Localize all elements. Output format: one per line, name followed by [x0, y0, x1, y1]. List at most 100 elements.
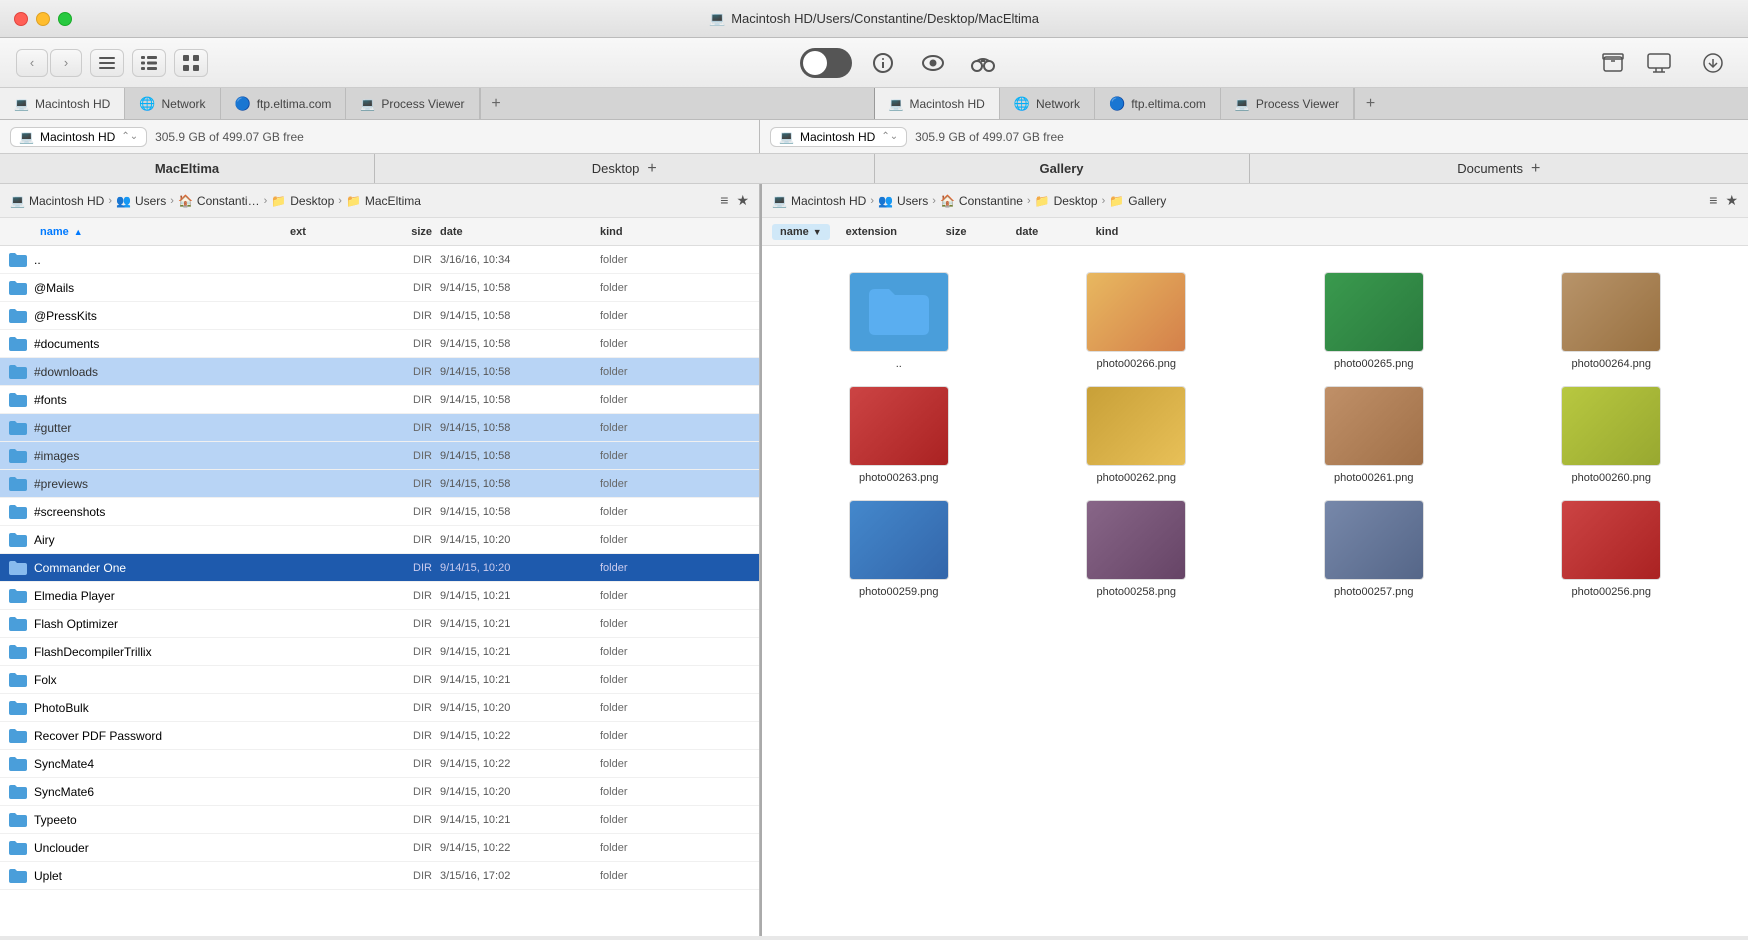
file-row[interactable]: Recover PDF Password DIR 9/14/15, 10:22 … — [0, 722, 759, 750]
col-size-header[interactable]: size — [360, 226, 440, 238]
gallery-item[interactable]: photo00262.png — [1026, 386, 1248, 484]
file-row[interactable]: @PressKits DIR 9/14/15, 10:58 folder — [0, 302, 759, 330]
file-date: 9/14/15, 10:21 — [440, 814, 600, 826]
left-tab-network[interactable]: 🌐 Network — [125, 88, 220, 119]
left-add-tab[interactable]: + — [480, 88, 512, 119]
toggle-button[interactable] — [800, 48, 852, 78]
file-name: @Mails — [34, 281, 74, 295]
right-tab-process-viewer[interactable]: 💻 Process Viewer — [1221, 88, 1354, 119]
right-breadcrumb-desktop[interactable]: 📁 Desktop — [1035, 194, 1098, 208]
folder-icon — [8, 812, 28, 828]
gallery-item[interactable]: photo00256.png — [1501, 500, 1723, 598]
back-button[interactable]: ‹ — [16, 49, 48, 77]
right-breadcrumb-users[interactable]: 👥 Users — [878, 194, 928, 208]
monitor-button[interactable] — [1640, 46, 1678, 80]
file-row[interactable]: Commander One DIR 9/14/15, 10:20 folder — [0, 554, 759, 582]
file-row[interactable]: #fonts DIR 9/14/15, 10:58 folder — [0, 386, 759, 414]
view-options-button[interactable]: ≡ — [720, 192, 728, 209]
file-row[interactable]: PhotoBulk DIR 9/14/15, 10:20 folder — [0, 694, 759, 722]
right-tab-ftp[interactable]: 🔵 ftp.eltima.com — [1095, 88, 1221, 119]
left-tab-process-viewer[interactable]: 💻 Process Viewer — [346, 88, 479, 119]
col-date-header[interactable]: date — [440, 226, 600, 238]
right-col-extension[interactable]: extension — [846, 226, 946, 238]
col-ext-header[interactable]: ext — [290, 226, 360, 238]
bookmark-button[interactable]: ★ — [736, 192, 749, 209]
gallery-item[interactable]: photo00264.png — [1501, 272, 1723, 370]
col-kind-header[interactable]: kind — [600, 226, 700, 238]
folder-icon — [8, 784, 28, 800]
right-drive-selector[interactable]: 💻 Macintosh HD ⌃⌄ — [770, 127, 907, 147]
binoculars-button[interactable] — [964, 44, 1002, 82]
breadcrumb-maceltima[interactable]: 📁 MacEltima — [346, 194, 421, 208]
file-name: @PressKits — [34, 309, 97, 323]
close-button[interactable] — [14, 12, 28, 26]
gallery-item[interactable]: photo00259.png — [788, 500, 1010, 598]
gallery-item[interactable]: photo00260.png — [1501, 386, 1723, 484]
file-size: DIR — [360, 338, 440, 350]
file-row[interactable]: Flash Optimizer DIR 9/14/15, 10:21 folde… — [0, 610, 759, 638]
right-add-panel[interactable]: + — [1531, 160, 1540, 178]
file-row[interactable]: .. DIR 3/16/16, 10:34 folder — [0, 246, 759, 274]
forward-button[interactable]: › — [50, 49, 82, 77]
left-drive-selector[interactable]: 💻 Macintosh HD ⌃⌄ — [10, 127, 147, 147]
eye-button[interactable] — [914, 44, 952, 82]
right-view-options-button[interactable]: ≡ — [1709, 192, 1717, 209]
gallery-item[interactable]: photo00263.png — [788, 386, 1010, 484]
folder-icon — [8, 560, 28, 576]
gallery-item[interactable]: photo00266.png — [1026, 272, 1248, 370]
file-row[interactable]: Typeeto DIR 9/14/15, 10:21 folder — [0, 806, 759, 834]
right-breadcrumb-constantine[interactable]: 🏠 Constantine — [940, 194, 1023, 208]
gallery-item[interactable]: photo00265.png — [1263, 272, 1485, 370]
gallery-item[interactable]: photo00258.png — [1026, 500, 1248, 598]
file-row[interactable]: Unclouder DIR 9/14/15, 10:22 folder — [0, 834, 759, 862]
right-tab-network[interactable]: 🌐 Network — [1000, 88, 1095, 119]
right-tab-macintosh-hd[interactable]: 💻 Macintosh HD — [875, 88, 1000, 119]
file-row[interactable]: #previews DIR 9/14/15, 10:58 folder — [0, 470, 759, 498]
file-row[interactable]: #gutter DIR 9/14/15, 10:58 folder — [0, 414, 759, 442]
breadcrumb-users[interactable]: 👥 Users — [116, 194, 166, 208]
maximize-button[interactable] — [58, 12, 72, 26]
minimize-button[interactable] — [36, 12, 50, 26]
file-date: 9/14/15, 10:20 — [440, 786, 600, 798]
file-row[interactable]: #documents DIR 9/14/15, 10:58 folder — [0, 330, 759, 358]
archive-button[interactable] — [1594, 46, 1632, 80]
right-bookmark-button[interactable]: ★ — [1725, 192, 1738, 209]
breadcrumb-constantine[interactable]: 🏠 Constanti… — [178, 194, 260, 208]
file-row[interactable]: Airy DIR 9/14/15, 10:20 folder — [0, 526, 759, 554]
right-col-date[interactable]: date — [1016, 226, 1096, 238]
grid-view-button[interactable] — [174, 49, 208, 77]
menu-button[interactable] — [90, 49, 124, 77]
right-col-size[interactable]: size — [946, 226, 1016, 238]
download-button[interactable] — [1694, 46, 1732, 80]
file-row[interactable]: SyncMate4 DIR 9/14/15, 10:22 folder — [0, 750, 759, 778]
right-breadcrumb-hd[interactable]: 💻 Macintosh HD — [772, 194, 866, 208]
right-add-tab[interactable]: + — [1354, 88, 1386, 119]
file-row[interactable]: #images DIR 9/14/15, 10:58 folder — [0, 442, 759, 470]
file-row[interactable]: Folx DIR 9/14/15, 10:21 folder — [0, 666, 759, 694]
col-name-header[interactable]: name ▲ — [0, 226, 290, 238]
left-tab-macintosh-hd[interactable]: 💻 Macintosh HD — [0, 88, 125, 119]
gallery-thumb — [1324, 272, 1424, 352]
right-breadcrumb-actions: ≡ ★ — [1709, 192, 1738, 209]
right-col-name[interactable]: name ▼ — [772, 224, 830, 240]
breadcrumb-macintosh-hd[interactable]: 💻 Macintosh HD — [10, 194, 104, 208]
gallery-item-name: photo00265.png — [1334, 358, 1414, 370]
breadcrumb-desktop[interactable]: 📁 Desktop — [271, 194, 334, 208]
list-view-button[interactable] — [132, 49, 166, 77]
gallery-item[interactable]: .. — [788, 272, 1010, 370]
left-tab-ftp[interactable]: 🔵 ftp.eltima.com — [221, 88, 347, 119]
right-breadcrumb-gallery[interactable]: 📁 Gallery — [1109, 194, 1166, 208]
gallery-item[interactable]: photo00257.png — [1263, 500, 1485, 598]
file-row[interactable]: #downloads DIR 9/14/15, 10:58 folder — [0, 358, 759, 386]
info-button[interactable] — [864, 44, 902, 82]
gallery-item[interactable]: photo00261.png — [1263, 386, 1485, 484]
file-row[interactable]: Elmedia Player DIR 9/14/15, 10:21 folder — [0, 582, 759, 610]
file-row[interactable]: @Mails DIR 9/14/15, 10:58 folder — [0, 274, 759, 302]
file-row[interactable]: FlashDecompilerTrillix DIR 9/14/15, 10:2… — [0, 638, 759, 666]
file-row[interactable]: #screenshots DIR 9/14/15, 10:58 folder — [0, 498, 759, 526]
file-row[interactable]: Uplet DIR 3/15/16, 17:02 folder — [0, 862, 759, 890]
file-row[interactable]: SyncMate6 DIR 9/14/15, 10:20 folder — [0, 778, 759, 806]
folder-icon — [8, 840, 28, 856]
right-col-kind[interactable]: kind — [1096, 226, 1176, 238]
left-add-panel[interactable]: + — [647, 160, 656, 178]
